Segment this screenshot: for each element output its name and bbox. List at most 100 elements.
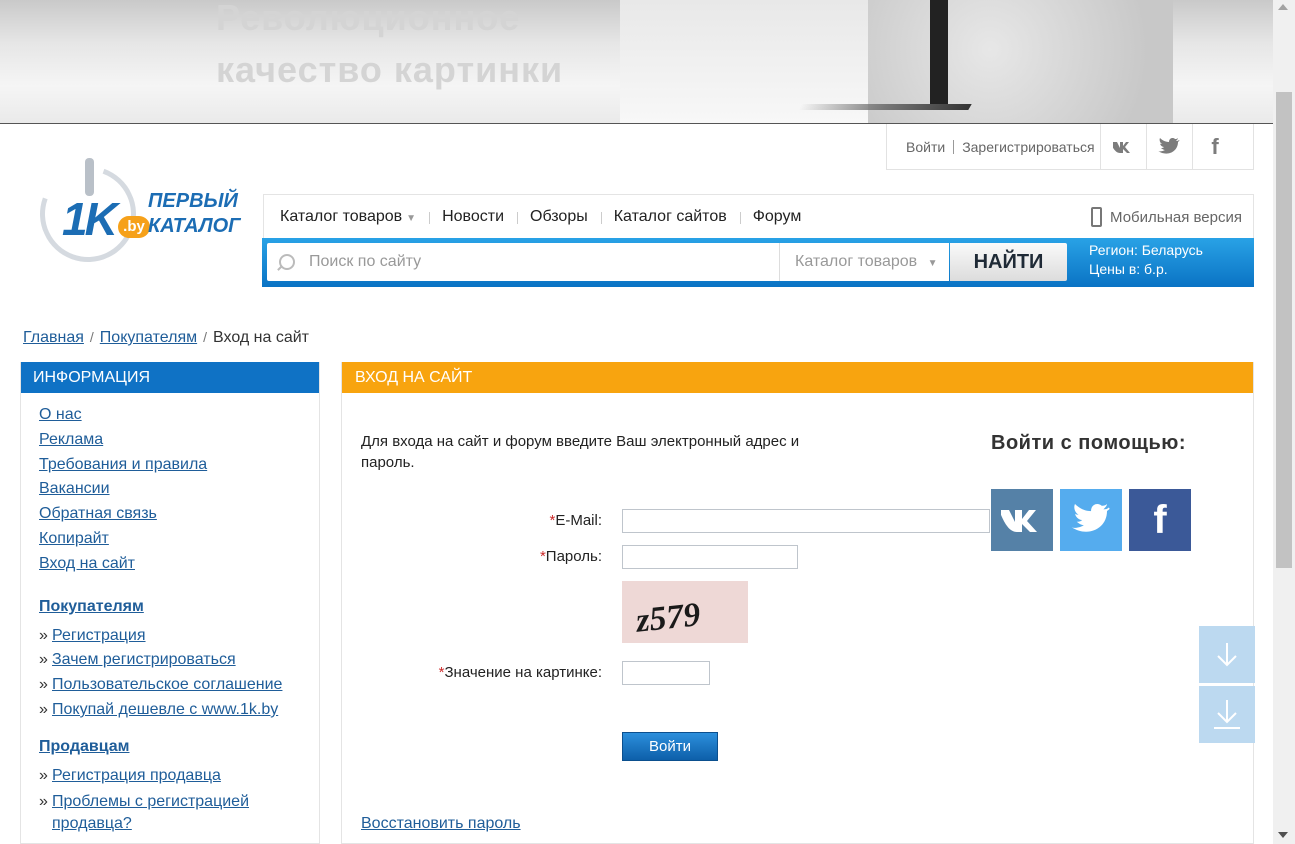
search-icon <box>279 254 295 270</box>
password-label: *Пароль: <box>492 548 602 565</box>
nav-item-news[interactable]: Новости <box>429 208 517 226</box>
search-field[interactable] <box>267 243 779 281</box>
vk-icon[interactable] <box>1099 123 1146 170</box>
nav-item-catalog[interactable]: Каталог товаров ▼ <box>264 208 429 226</box>
recover-password-link[interactable]: Восстановить пароль <box>361 815 521 833</box>
list-item: Вход на сайт <box>39 552 319 577</box>
scroll-up-arrow-icon[interactable] <box>1278 4 1288 10</box>
vk-login-button[interactable] <box>991 489 1053 551</box>
captcha-text: z579 <box>633 596 702 640</box>
list-item: Обратная связь <box>39 502 319 527</box>
submit-login-button[interactable]: Войти <box>622 732 718 761</box>
captcha-label-text: Значение на картинке: <box>444 664 603 681</box>
divider <box>953 139 955 154</box>
breadcrumb-home[interactable]: Главная <box>23 329 84 346</box>
sidebar-link-buy-cheaper[interactable]: Покупай дешевле с www.1k.by <box>52 701 278 718</box>
sidebar-link-rules[interactable]: Требования и правила <box>39 456 207 473</box>
list-item: Регистрация <box>39 624 319 649</box>
list-item: Копирайт <box>39 527 319 552</box>
phone-icon <box>1091 207 1103 227</box>
list-item: Требования и правила <box>39 453 319 478</box>
search-scope-select[interactable]: Каталог товаров ▼ <box>779 243 949 281</box>
site-logo[interactable]: 1K .by ПЕРВЫЙ КАТАЛОГ <box>24 150 253 278</box>
nav-item-forum[interactable]: Форум <box>739 208 815 226</box>
currency-label: Цены в: б.р. <box>1089 261 1168 277</box>
breadcrumb-separator: / <box>203 329 207 345</box>
sidebar-buyers-title[interactable]: Покупателям <box>39 598 319 616</box>
twitter-icon <box>1071 504 1110 532</box>
search-button[interactable]: НАЙТИ <box>950 243 1067 281</box>
sidebar-link-ads[interactable]: Реклама <box>39 431 103 448</box>
password-label-text: Пароль: <box>545 548 602 565</box>
search-scope-label: Каталог товаров <box>795 253 918 270</box>
nav-item-reviews[interactable]: Обзоры <box>517 208 601 226</box>
info-sidebar: ИНФОРМАЦИЯ О нас Реклама Требования и пр… <box>20 362 320 844</box>
tv-base-image <box>798 104 972 110</box>
region-info[interactable]: Регион: Беларусь Цены в: б.р. <box>1089 241 1203 279</box>
search-bar: Каталог товаров ▼ НАЙТИ Регион: Беларусь… <box>262 238 1254 287</box>
email-field[interactable] <box>622 509 990 533</box>
info-links: О нас Реклама Требования и правила Вакан… <box>21 393 319 577</box>
list-item: Покупай дешевле с www.1k.by <box>39 698 319 723</box>
banner-headline: Революционное качество картинки <box>216 0 563 96</box>
logo-word-catalog: КАТАЛОГ <box>148 215 241 237</box>
sidebar-link-agreement[interactable]: Пользовательское соглашение <box>52 676 282 693</box>
list-item: Зачем регистрироваться <box>39 648 319 673</box>
buyers-links: Регистрация Зачем регистрироваться Польз… <box>21 616 319 723</box>
list-item: Пользовательское соглашение <box>39 673 319 698</box>
email-label-text: E-Mail: <box>555 512 602 529</box>
facebook-icon[interactable]: f <box>1191 123 1238 170</box>
sidebar-link-login[interactable]: Вход на сайт <box>39 555 135 572</box>
list-item: Реклама <box>39 428 319 453</box>
breadcrumb-current: Вход на сайт <box>213 329 309 346</box>
sellers-links: Регистрация продавца Проблемы с регистра… <box>21 756 319 835</box>
region-label: Регион: Беларусь <box>1089 242 1203 258</box>
list-item: Вакансии <box>39 477 319 502</box>
captcha-label: *Значение на картинке: <box>372 664 602 681</box>
breadcrumb: Главная / Покупателям / Вход на сайт <box>23 329 309 347</box>
sidebar-link-about[interactable]: О нас <box>39 406 82 423</box>
banner-headline-line1: Революционное <box>216 0 521 38</box>
facebook-login-button[interactable]: f <box>1129 489 1191 551</box>
sidebar-link-feedback[interactable]: Обратная связь <box>39 505 157 522</box>
captcha-input[interactable] <box>622 661 710 685</box>
captcha-image: z579 <box>622 581 748 643</box>
logo-domain: .by <box>118 216 150 238</box>
sidebar-link-copyright[interactable]: Копирайт <box>39 530 109 547</box>
password-field[interactable] <box>622 545 798 569</box>
sidebar-sellers-title[interactable]: Продавцам <box>39 738 319 756</box>
social-login-title: Войти с помощью: <box>991 432 1186 454</box>
tv-stand-image <box>930 0 948 110</box>
search-input[interactable] <box>309 253 759 271</box>
vk-icon <box>1001 510 1037 532</box>
scroll-to-bottom-button[interactable] <box>1199 686 1255 743</box>
scroll-down-arrow-icon[interactable] <box>1278 832 1288 838</box>
mobile-version-link[interactable]: Мобильная версия <box>1091 207 1242 227</box>
scroll-thumb[interactable] <box>1276 92 1292 568</box>
ad-banner[interactable]: Революционное качество картинки <box>0 0 1273 124</box>
chevron-down-icon: ▼ <box>927 258 938 269</box>
sidebar-link-jobs[interactable]: Вакансии <box>39 480 110 497</box>
facebook-icon: f <box>1153 497 1167 542</box>
page-scrollbar[interactable] <box>1273 0 1295 844</box>
logo-word-first: ПЕРВЫЙ <box>148 190 238 212</box>
nav-item-sites[interactable]: Каталог сайтов <box>600 208 740 226</box>
main-nav: Каталог товаров ▼ Новости Обзоры Каталог … <box>263 194 1254 238</box>
scroll-down-button[interactable] <box>1199 626 1255 683</box>
twitter-login-button[interactable] <box>1060 489 1122 551</box>
login-link[interactable]: Войти <box>887 139 953 155</box>
mobile-version-label: Мобильная версия <box>1110 208 1242 226</box>
register-link[interactable]: Зарегистрироваться <box>962 139 1099 155</box>
sidebar-link-registration[interactable]: Регистрация <box>52 627 146 644</box>
arrow-down-to-line-icon <box>1214 699 1240 729</box>
sidebar-link-seller-registration[interactable]: Регистрация продавца <box>52 767 221 784</box>
sidebar-link-why-register[interactable]: Зачем регистрироваться <box>52 651 236 668</box>
nav-item-catalog-label: Каталог товаров <box>280 207 403 225</box>
breadcrumb-buyers[interactable]: Покупателям <box>100 329 197 346</box>
twitter-icon[interactable] <box>1145 123 1192 170</box>
sidebar-link-seller-problems[interactable]: Проблемы с регистрацией продавца? <box>52 793 249 832</box>
list-item: Проблемы с регистрацией продавца? <box>39 791 269 835</box>
chevron-down-icon: ▼ <box>406 212 417 224</box>
arrow-down-icon <box>1217 642 1237 666</box>
logo-number: 1K <box>62 193 118 245</box>
